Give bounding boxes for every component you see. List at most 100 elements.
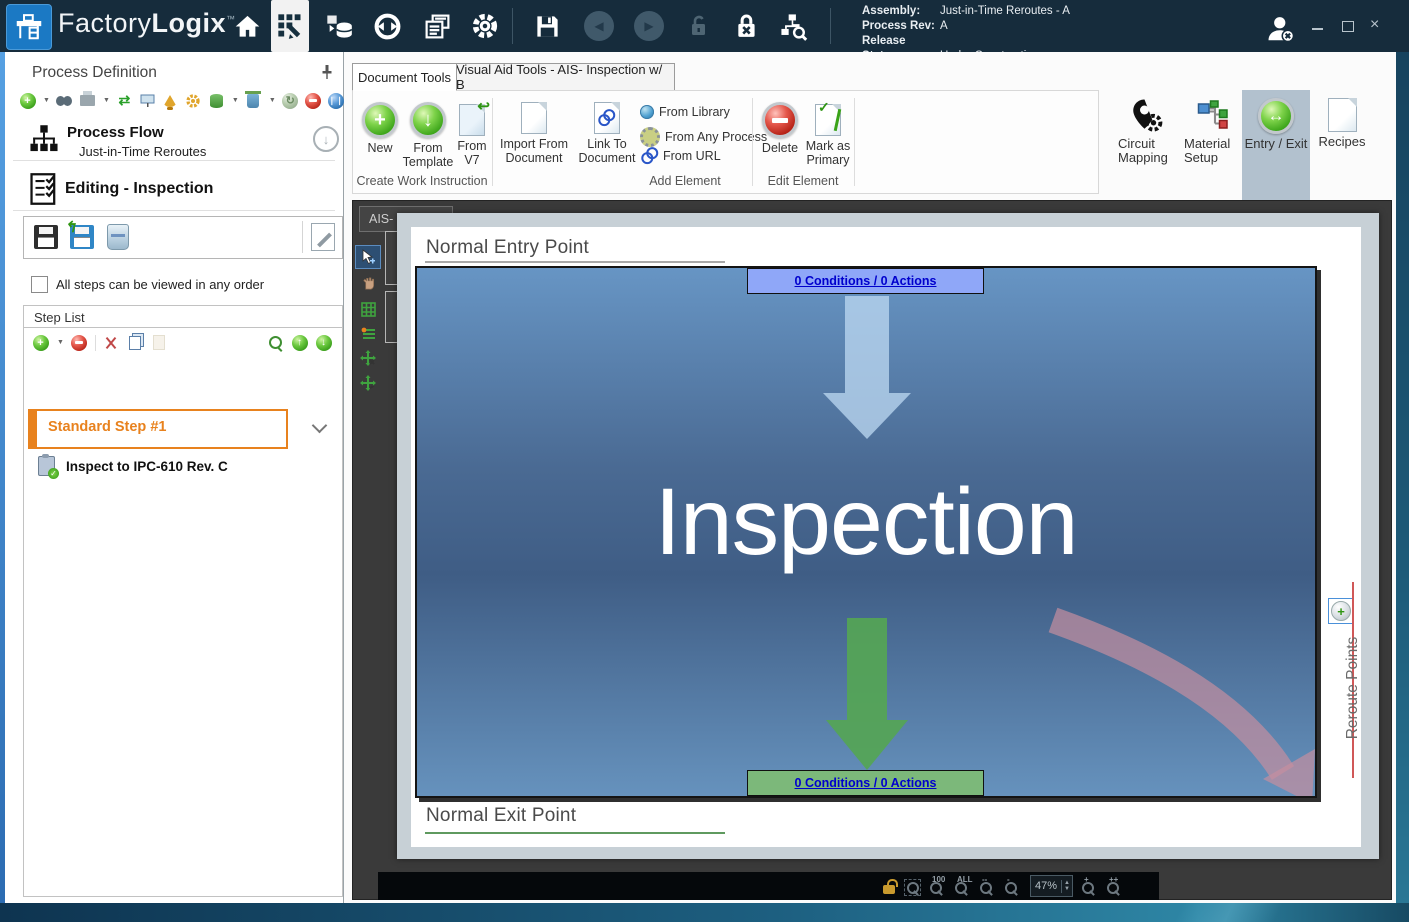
export-data-button[interactable]: [208, 92, 225, 109]
collapse-flow-button[interactable]: ↓: [313, 126, 339, 152]
pin-icon[interactable]: [320, 64, 334, 80]
back-button[interactable]: ◀: [580, 7, 618, 45]
delete-caret[interactable]: ▼: [269, 97, 276, 104]
export-caret[interactable]: ▼: [232, 97, 239, 104]
toolbar-separator: [512, 8, 513, 44]
add-process-caret[interactable]: ▼: [43, 97, 50, 104]
zoom-step-button[interactable]: [267, 334, 284, 351]
from-library-button[interactable]: From Library: [640, 105, 730, 119]
pan-tool-button[interactable]: [355, 271, 381, 295]
spin-down-icon[interactable]: ▼: [1064, 887, 1070, 892]
zoom-in-fast-button[interactable]: ++: [1107, 877, 1123, 895]
entry-conditions-button[interactable]: 0 Conditions / 0 Actions: [747, 268, 984, 294]
copy-step-button[interactable]: [127, 334, 144, 351]
add-step-caret[interactable]: ▼: [57, 339, 64, 346]
transfer-button[interactable]: [368, 7, 406, 45]
tab-document-tools[interactable]: Document Tools: [352, 63, 457, 91]
save-as-button[interactable]: ↰: [66, 221, 98, 253]
zoom-out-button[interactable]: -: [1005, 877, 1021, 895]
spin-up-icon[interactable]: ▲: [1064, 881, 1070, 886]
process-settings-button[interactable]: [185, 92, 202, 109]
forms-button[interactable]: [418, 7, 456, 45]
move-step-down-button[interactable]: ↓: [315, 334, 332, 351]
zoom-out-fast-button[interactable]: --: [980, 877, 996, 895]
lock-x-icon: [734, 13, 760, 39]
zoom-fit-all-button[interactable]: ALL: [955, 877, 971, 895]
new-icon: +: [362, 102, 398, 138]
zoom-spinner-arrows[interactable]: ▲▼: [1061, 880, 1072, 893]
zoom-lock-icon[interactable]: [883, 885, 895, 894]
release-button[interactable]: ↻: [282, 92, 299, 109]
editing-title: Editing - Inspection: [65, 180, 213, 198]
mark-as-primary-button[interactable]: ✓ Mark as Primary: [802, 104, 854, 167]
user-session-button[interactable]: [1262, 10, 1300, 48]
move-step-up-button[interactable]: ↑: [291, 334, 308, 351]
notifications-button[interactable]: [162, 92, 179, 109]
save-document-button[interactable]: [30, 221, 62, 253]
from-url-button[interactable]: From URL: [640, 149, 721, 163]
circuit-mapping-button[interactable]: Circuit Mapping: [1111, 92, 1181, 192]
remove-button[interactable]: [305, 92, 322, 109]
save-button[interactable]: [528, 7, 566, 45]
find-button[interactable]: [56, 92, 73, 109]
hold-button[interactable]: ❘❘: [328, 92, 345, 109]
lock-clear-button[interactable]: [728, 7, 766, 45]
process-definition-button[interactable]: [271, 0, 309, 52]
exit-conditions-button[interactable]: 0 Conditions / 0 Actions: [747, 770, 984, 796]
print-button[interactable]: [79, 92, 96, 109]
process-search-button[interactable]: [774, 7, 812, 45]
cut-step-button[interactable]: [103, 334, 120, 351]
print-caret[interactable]: ▼: [103, 97, 110, 104]
minimize-button[interactable]: [1312, 28, 1323, 30]
edit-document-button[interactable]: [307, 221, 339, 253]
new-work-instruction-button[interactable]: + New: [358, 102, 402, 155]
paste-step-button[interactable]: [151, 334, 168, 351]
step-item-row[interactable]: Inspect to IPC-610 Rev. C: [38, 456, 228, 476]
zoom-level-spinner[interactable]: 47% ▲▼: [1030, 875, 1073, 897]
move-arrange-tool-button[interactable]: [355, 371, 381, 395]
forward-button[interactable]: ▶: [630, 7, 668, 45]
entry-exit-button[interactable]: ↔ Entry / Exit: [1242, 92, 1310, 192]
material-setup-button[interactable]: Material Setup: [1181, 92, 1243, 192]
save-icon: [534, 13, 561, 40]
from-any-process-button[interactable]: From Any Process: [640, 127, 767, 147]
select-tool-button[interactable]: [355, 245, 381, 269]
inspect-clipboard-icon: [38, 456, 55, 476]
delete-element-button[interactable]: Delete: [758, 102, 802, 155]
shuffle-steps-button[interactable]: ⇄: [116, 92, 133, 109]
move-delete-tool-button[interactable]: [355, 346, 381, 370]
home-button[interactable]: [228, 7, 266, 45]
from-v7-button[interactable]: ↩ From V7: [452, 104, 492, 167]
maximize-button[interactable]: [1342, 21, 1354, 32]
zoom-controls: 100 ALL -- - 47% ▲▼ + ++: [883, 872, 1123, 900]
import-data-button[interactable]: [320, 7, 358, 45]
unlock-button[interactable]: [680, 7, 718, 45]
tab-visual-aid-tools-label: Visual Aid Tools - AIS- Inspection w/ B: [456, 62, 674, 92]
align-tool-button[interactable]: [355, 321, 381, 345]
zoom-in-button[interactable]: +: [1082, 877, 1098, 895]
link-to-document-button[interactable]: Link To Document: [574, 102, 640, 165]
presentation-button[interactable]: [139, 92, 156, 109]
step-row-standard-step-1[interactable]: Standard Step #1: [28, 409, 288, 449]
grid-tool-button[interactable]: [355, 297, 381, 321]
exit-conditions-link[interactable]: 0 Conditions / 0 Actions: [795, 776, 937, 790]
ribbon-separator: [492, 98, 493, 186]
zoom-100-button[interactable]: 100: [930, 877, 946, 895]
close-button[interactable]: ×: [1370, 16, 1379, 34]
delete-process-button[interactable]: [245, 92, 262, 109]
step-expand-chevron[interactable]: [312, 418, 328, 434]
from-template-button[interactable]: ↓ From Template: [402, 102, 454, 169]
process-step-box[interactable]: 0 Conditions / 0 Actions Inspection 0 Co…: [415, 266, 1317, 798]
add-step-button[interactable]: +: [32, 334, 49, 351]
import-from-document-button[interactable]: Import From Document: [498, 102, 570, 165]
recipes-button[interactable]: Recipes: [1313, 92, 1371, 192]
discard-button[interactable]: [102, 221, 134, 253]
entry-conditions-link[interactable]: 0 Conditions / 0 Actions: [795, 274, 937, 288]
add-process-button[interactable]: +: [19, 92, 36, 109]
settings-button[interactable]: [466, 7, 504, 45]
zoom-region-button[interactable]: [904, 879, 921, 896]
tab-visual-aid-tools[interactable]: Visual Aid Tools - AIS- Inspection w/ B: [455, 63, 675, 91]
remove-step-button[interactable]: [71, 334, 88, 351]
any-order-checkbox[interactable]: [31, 276, 48, 293]
binoculars-icon: [56, 96, 72, 106]
